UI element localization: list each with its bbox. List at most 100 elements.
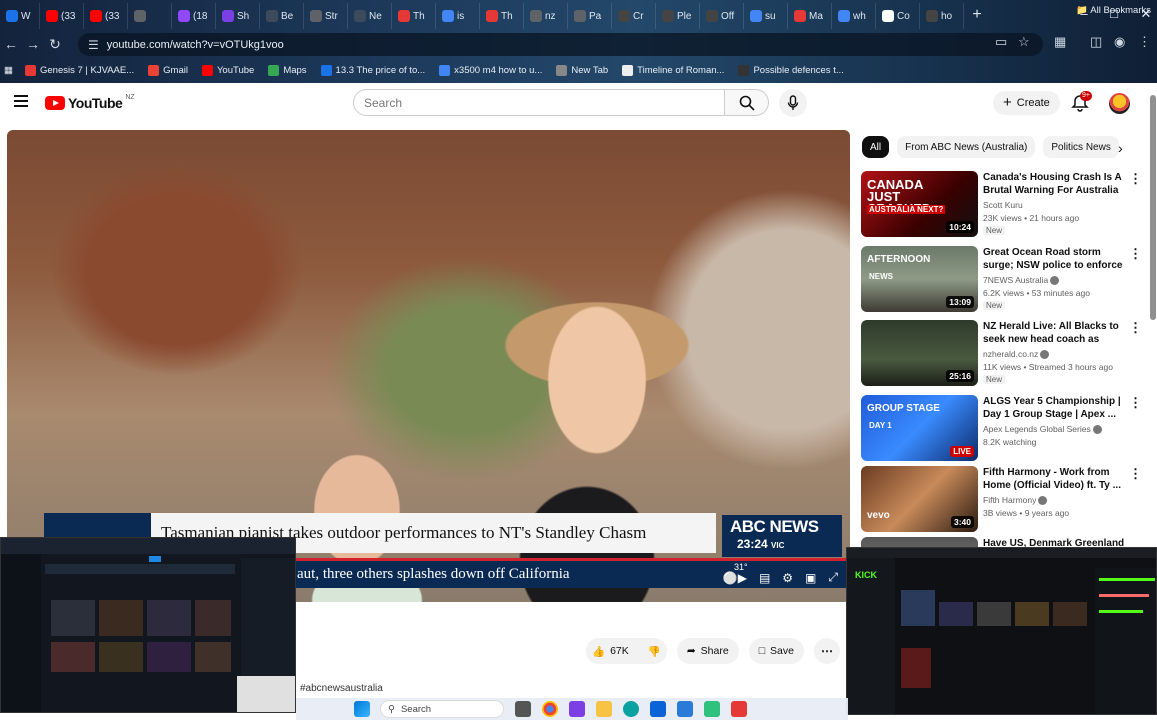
bookmark-item[interactable]: New Tab [556,64,608,76]
page-scrollbar[interactable] [1150,95,1156,320]
browser-tab[interactable]: Str [304,3,348,29]
browser-tab[interactable]: Th [480,3,524,29]
chip-0[interactable]: All [862,136,890,158]
taskbar-search[interactable]: ⚲ Search [380,700,504,718]
recommendation-channel[interactable]: Apex Legends Global Series [983,424,1102,435]
recommendation-channel[interactable]: Fifth Harmony [983,495,1048,506]
browser-tab[interactable]: Ne [348,3,392,29]
back-icon[interactable]: ← [0,36,22,52]
bookmark-star-icon[interactable]: ☆ [1018,34,1030,50]
recommendation-item[interactable]: AFTERNOON NEWS 13:09 Great Ocean Road storm… [861,246,1146,316]
browser-tab[interactable] [128,3,172,29]
apps-icon[interactable]: ▦ [4,65,13,76]
store-taskbar-icon[interactable] [677,701,693,717]
recommendation-menu-icon[interactable]: ⋮ [1129,246,1142,262]
more-actions-button[interactable]: ⋯ [813,638,840,664]
search-input[interactable]: Search [353,89,725,116]
recommendation-menu-icon[interactable]: ⋮ [1129,320,1142,336]
browser-tab[interactable]: (18 [172,3,216,29]
overlay-window-right[interactable]: KICK [846,547,1157,715]
browser-tab[interactable]: is [436,3,480,29]
browser-tab[interactable]: su [744,3,788,29]
browser-tab[interactable]: Th [392,3,436,29]
extensions-icon[interactable]: ▦ [1054,34,1066,50]
address-bar[interactable]: ☰ youtube.com/watch?v=vOTUkg1voo [78,33,1043,56]
browser-tab[interactable]: wh [832,3,876,29]
autoplay-toggle-icon[interactable]: ⚪▶ [723,571,747,585]
new-tab-icon[interactable]: + [966,6,988,24]
browser-tab[interactable]: Ma [788,3,832,29]
dislike-button[interactable]: 👎 [648,645,661,658]
share-button[interactable]: ➦ Share [676,638,739,664]
video-thumbnail[interactable] [861,537,978,547]
browser-tab[interactable]: (33 [84,3,128,29]
browser-tab[interactable]: Pa [568,3,612,29]
task-view-icon[interactable] [515,701,531,717]
bookmark-item[interactable]: Genesis 7 | KJVAAE... [24,64,134,76]
browser-menu-icon[interactable]: ⋮ [1138,34,1151,50]
bookmark-item[interactable]: x3500 m4 how to u... [439,64,542,76]
forward-icon[interactable]: → [22,36,44,52]
video-player[interactable]: PIANO MAN Tasmanian pianist takes outdoo… [7,130,850,602]
guide-menu-icon[interactable] [14,95,28,107]
browser-tab[interactable]: Ple [656,3,700,29]
account-avatar[interactable] [1109,93,1130,114]
browser-tab[interactable]: ho [920,3,964,29]
browser-tab[interactable]: nz [524,3,568,29]
notification-taskbar-icon[interactable] [731,701,747,717]
video-thumbnail[interactable]: AFTERNOON NEWS 13:09 [861,246,978,312]
recommendation-channel[interactable]: Scott Kuru [983,200,1023,210]
recommendation-item[interactable]: Have US, Denmark Greenland ... [861,537,1146,547]
video-hashtag[interactable]: #abcnewsaustralia [300,683,383,694]
outlook-taskbar-icon[interactable] [650,701,666,717]
video-thumbnail[interactable]: CANADA JUST CRASHEDAUSTRALIA NEXT?10:24 [861,171,978,237]
recommendation-menu-icon[interactable]: ⋮ [1129,466,1142,482]
recommendation-title[interactable]: Fifth Harmony - Work from Home (Official… [983,466,1125,492]
reload-icon[interactable]: ↻ [44,36,66,53]
like-button[interactable]: 👍 67K [592,645,629,658]
bookmark-item[interactable]: Gmail [148,64,188,76]
youtube-logo[interactable]: YouTube NZ [45,94,135,111]
bookmark-item[interactable]: YouTube [201,64,254,76]
install-icon[interactable]: ▭ [995,34,1007,50]
browser-tab[interactable]: (33 [40,3,84,29]
chip-2[interactable]: Politics News [1043,136,1119,158]
sidepanel-icon[interactable]: ◫ [1090,34,1102,50]
edge-taskbar-icon[interactable] [623,701,639,717]
bookmark-item[interactable]: Possible defences t... [738,64,844,76]
browser-tab[interactable]: Cr [612,3,656,29]
site-info-icon[interactable]: ☰ [88,38,99,52]
bookmark-item[interactable]: Timeline of Roman... [622,64,724,76]
recommendation-menu-icon[interactable]: ⋮ [1129,395,1142,411]
overlay-window-left[interactable] [0,537,296,713]
recommendation-title[interactable]: NZ Herald Live: All Blacks to seek new h… [983,320,1125,348]
recommendation-title[interactable]: Great Ocean Road storm surge; NSW police… [983,246,1125,274]
captions-icon[interactable]: ▤ [759,571,770,585]
browser-tab[interactable]: Off [700,3,744,29]
browser-tab[interactable]: Sh [216,3,260,29]
browser-tab[interactable]: Be [260,3,304,29]
chrome-taskbar-icon[interactable] [542,701,558,717]
recommendation-channel[interactable]: nzherald.co.nz [983,349,1050,360]
file-explorer-icon[interactable] [596,701,612,717]
recommendation-menu-icon[interactable]: ⋮ [1129,171,1142,187]
video-thumbnail[interactable]: vevo 3:40 [861,466,978,532]
bookmark-item[interactable]: Maps [268,64,307,76]
save-button[interactable]: □ Save [748,638,804,664]
voice-search-button[interactable] [779,89,807,117]
profile-icon[interactable]: ◉ [1114,34,1125,50]
settings-gear-icon[interactable]: ⚙ [782,571,793,585]
fullscreen-icon[interactable]: ⤢ [828,570,838,585]
browser-tab[interactable]: W [0,3,40,29]
recommendation-item[interactable]: CANADA JUST CRASHEDAUSTRALIA NEXT?10:24C… [861,171,1146,241]
all-bookmarks[interactable]: 📁 All Bookmarks [1076,5,1151,16]
chip-1[interactable]: From ABC News (Australia) [897,136,1036,158]
create-button[interactable]: + Create [993,91,1060,115]
recommendation-item[interactable]: GROUP STAGE DAY 1 LIVE ALGS Year 5 Champion… [861,395,1146,465]
search-button[interactable] [725,89,769,116]
miniplayer-icon[interactable]: ▣ [805,571,816,585]
recommendation-title[interactable]: Have US, Denmark Greenland ... [983,537,1125,547]
recommendation-item[interactable]: 25:16 NZ Herald Live: All Blacks to seek … [861,320,1146,390]
chips-next-icon[interactable]: › [1118,140,1123,156]
bookmark-item[interactable]: 13.3 The price of to... [320,64,425,76]
